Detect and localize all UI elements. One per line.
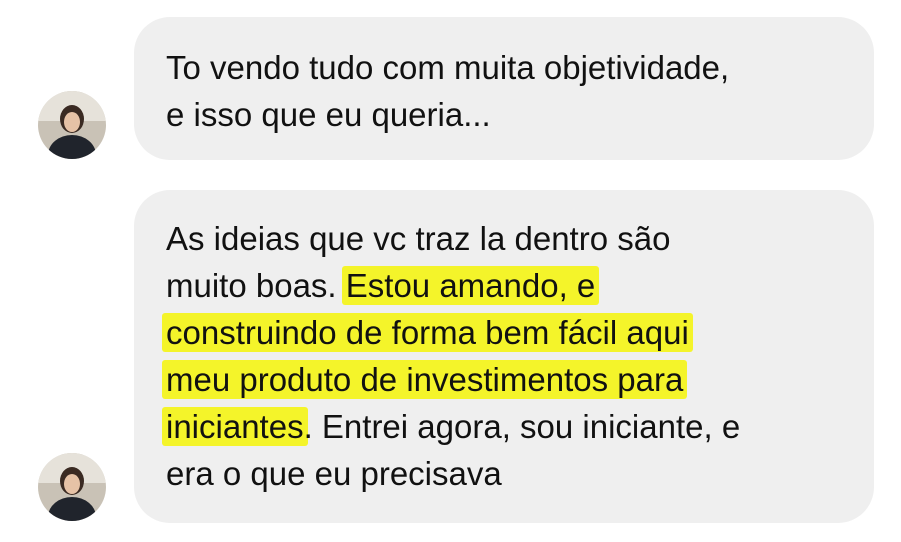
- avatar-photo: [38, 91, 106, 159]
- message-line: construindo de forma bem fácil aqui: [162, 309, 854, 356]
- message-text: era o que eu precisava: [166, 455, 502, 492]
- avatar-photo: [38, 453, 106, 521]
- message-text: muito boas.: [166, 267, 346, 304]
- message-text: As ideias que vc traz la dentro são: [166, 220, 671, 257]
- message-line: meu produto de investimentos para: [162, 356, 854, 403]
- message-text: . Entrei agora, sou iniciante, e: [303, 408, 741, 445]
- highlighted-text: construindo de forma bem fácil aqui: [162, 313, 693, 352]
- message-bubble[interactable]: As ideias que vc traz la dentro são muit…: [134, 190, 874, 523]
- message-line: muito boas. Estou amando, e: [166, 262, 854, 309]
- sender-avatar[interactable]: [38, 453, 106, 521]
- message-line: iniciantes. Entrei agora, sou iniciante,…: [162, 403, 854, 450]
- message-line: To vendo tudo com muita objetividade,: [166, 49, 730, 86]
- message-line: As ideias que vc traz la dentro são: [166, 215, 854, 262]
- message-line: e isso que eu queria...: [166, 96, 491, 133]
- highlighted-text: iniciantes: [162, 407, 308, 446]
- sender-avatar[interactable]: [38, 91, 106, 159]
- message-line: era o que eu precisava: [166, 450, 854, 497]
- highlighted-text: meu produto de investimentos para: [162, 360, 688, 399]
- message-bubble[interactable]: To vendo tudo com muita objetividade, e …: [134, 17, 874, 160]
- highlighted-text: Estou amando, e: [341, 266, 600, 305]
